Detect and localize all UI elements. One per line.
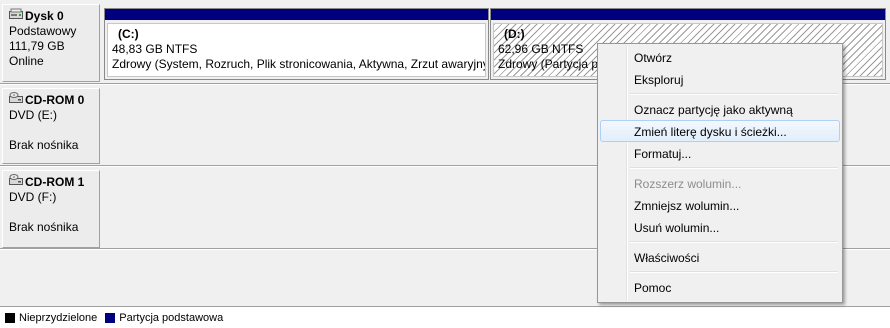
cdrom-1-name: CD-ROM 1: [25, 174, 85, 189]
menu-item-open[interactable]: Otwórz: [600, 46, 840, 68]
disk-0-label[interactable]: Dysk 0 Podstawowy 111,79 GB Online: [2, 4, 100, 82]
hard-disk-icon: [9, 8, 23, 24]
menu-item-change-drive-letter[interactable]: Zmień literę dysku i ścieżki...: [600, 120, 840, 142]
cdrom-0-label[interactable]: CD-ROM 0 DVD (E:) Brak nośnika: [2, 88, 100, 164]
cdrom-0-type: DVD (E:): [9, 108, 57, 122]
cdrom-1-label[interactable]: CD-ROM 1 DVD (F:) Brak nośnika: [2, 170, 100, 248]
menu-separator: [630, 238, 840, 246]
cdrom-icon: [9, 174, 23, 190]
disk-0-name: Dysk 0: [25, 8, 64, 23]
partition-c-status: Zdrowy (System, Rozruch, Plik stronicowa…: [112, 57, 486, 71]
legend-item-primary-partition: Partycja podstawowa: [105, 312, 223, 324]
legend-item-unallocated: Nieprzydzielone: [5, 312, 97, 324]
menu-item-extend-volume[interactable]: Rozszerz wolumin...: [600, 172, 840, 194]
disk-0-status: Online: [9, 54, 44, 68]
primary-partition-bar: [105, 9, 488, 20]
partition-c-size: 48,83 GB NTFS: [112, 42, 198, 56]
menu-separator: [630, 268, 840, 276]
menu-separator: [630, 90, 840, 98]
legend-bar: Nieprzydzielone Partycja podstawowa: [0, 306, 890, 328]
cdrom-1-type: DVD (F:): [9, 190, 57, 204]
menu-item-mark-active[interactable]: Oznacz partycję jako aktywną: [600, 98, 840, 120]
disk-0-size: 111,79 GB: [9, 39, 65, 53]
partition-c-label: (C:): [118, 27, 139, 41]
primary-partition-swatch: [105, 312, 116, 323]
cdrom-icon: [9, 92, 23, 108]
partition-c[interactable]: (C:) 48,83 GB NTFS Zdrowy (System, Rozru…: [104, 8, 489, 80]
menu-item-explore[interactable]: Eksploruj: [600, 68, 840, 90]
menu-item-properties[interactable]: Właściwości: [600, 246, 840, 268]
menu-item-format[interactable]: Formatuj...: [600, 142, 840, 164]
cdrom-0-name: CD-ROM 0: [25, 92, 85, 107]
menu-item-shrink-volume[interactable]: Zmniejsz wolumin...: [600, 194, 840, 216]
context-menu: Otwórz Eksploruj Oznacz partycję jako ak…: [597, 43, 843, 303]
disk-0-type: Podstawowy: [9, 24, 77, 38]
menu-item-delete-volume[interactable]: Usuń wolumin...: [600, 216, 840, 238]
partition-d-label: (D:): [504, 27, 525, 41]
menu-item-help[interactable]: Pomoc: [600, 276, 840, 298]
cdrom-0-media: Brak nośnika: [9, 138, 79, 152]
primary-partition-bar: [491, 9, 885, 20]
menu-separator: [630, 164, 840, 172]
legend-label: Nieprzydzielone: [19, 311, 98, 324]
legend-label: Partycja podstawowa: [119, 311, 224, 324]
cdrom-1-media: Brak nośnika: [9, 220, 79, 234]
unallocated-swatch: [5, 312, 15, 323]
